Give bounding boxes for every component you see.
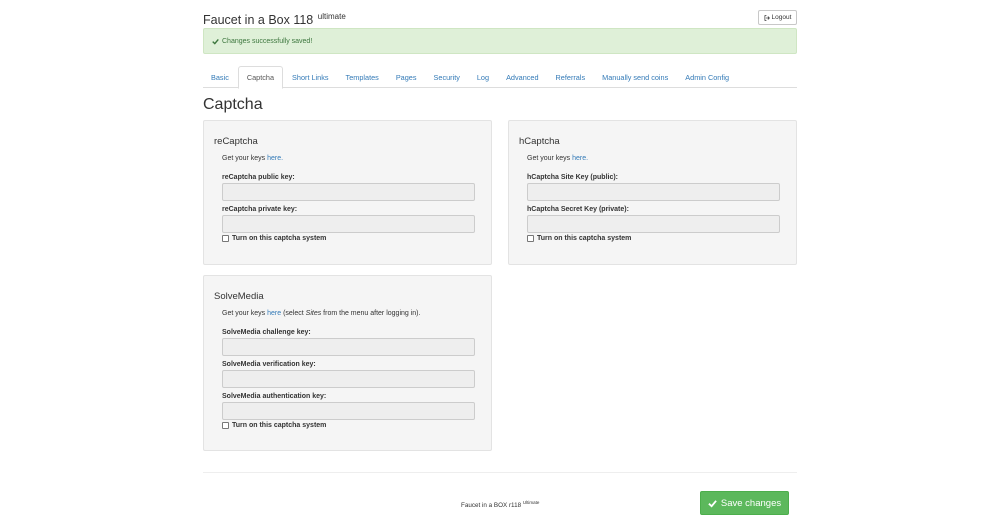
recaptcha-enable-label: Turn on this captcha system xyxy=(232,235,327,242)
app-title-text: Faucet in a Box 118 xyxy=(203,13,314,27)
tab-manually-send-coins[interactable]: Manually send coins xyxy=(594,66,676,88)
tab-basic[interactable]: Basic xyxy=(203,66,237,88)
recaptcha-enable-checkbox[interactable] xyxy=(222,235,229,242)
solvemedia-desc-sites: Sites xyxy=(305,310,322,317)
recaptcha-desc-text: Get your keys xyxy=(222,155,268,162)
solvemedia-verification-key-label: SolveMedia verification key: xyxy=(222,361,316,368)
check-icon xyxy=(212,38,219,45)
app-title: Faucet in a Box 118 ultimate xyxy=(203,12,346,27)
sign-out-icon xyxy=(764,14,770,21)
solvemedia-challenge-key-input[interactable] xyxy=(222,338,475,356)
solvemedia-authentication-key-input[interactable] xyxy=(222,402,475,420)
solvemedia-description: Get your keys here (select Sites from th… xyxy=(222,310,420,317)
hcaptcha-secret-key-input[interactable] xyxy=(527,215,780,233)
tab-security[interactable]: Security xyxy=(426,66,468,88)
header: Faucet in a Box 118 ultimate Logout xyxy=(203,10,797,30)
solvemedia-enable-row: Turn on this captcha system xyxy=(222,422,326,429)
hcaptcha-secret-key-label: hCaptcha Secret Key (private): xyxy=(527,206,629,213)
hcaptcha-title: hCaptcha xyxy=(519,136,560,147)
recaptcha-private-key-input[interactable] xyxy=(222,215,475,233)
tab-log[interactable]: Log xyxy=(469,66,497,88)
hcaptcha-site-key-input[interactable] xyxy=(527,183,780,201)
footer-version-text: Faucet in a BOX r118 xyxy=(461,502,522,509)
success-alert: Changes successfully saved! xyxy=(203,28,797,54)
recaptcha-keys-link[interactable]: here. xyxy=(267,155,283,162)
solvemedia-panel: SolveMedia Get your keys here (select Si… xyxy=(203,275,492,451)
app-title-edition: ultimate xyxy=(317,12,346,21)
hcaptcha-enable-label: Turn on this captcha system xyxy=(537,235,632,242)
main-container: Faucet in a Box 118 ultimate Logout Chan… xyxy=(203,0,797,523)
tab-templates[interactable]: Templates xyxy=(338,66,387,88)
tab-pages[interactable]: Pages xyxy=(388,66,425,88)
hcaptcha-description: Get your keys here. xyxy=(527,155,588,162)
settings-tabs: Basic Captcha Short Links Templates Page… xyxy=(203,66,797,89)
tab-referrals[interactable]: Referrals xyxy=(548,66,594,88)
logout-label: Logout xyxy=(771,14,792,21)
footer-edition: Ultimate xyxy=(522,500,540,505)
solvemedia-desc-suffix: from the menu after logging in). xyxy=(321,310,421,317)
recaptcha-private-key-label: reCaptcha private key: xyxy=(222,206,298,213)
recaptcha-public-key-input[interactable] xyxy=(222,183,475,201)
recaptcha-public-key-label: reCaptcha public key: xyxy=(222,174,295,181)
solvemedia-authentication-key-label: SolveMedia authentication key: xyxy=(222,393,327,400)
solvemedia-enable-label: Turn on this captcha system xyxy=(232,422,327,429)
logout-button[interactable]: Logout xyxy=(758,10,797,25)
tab-short-links[interactable]: Short Links xyxy=(284,66,337,88)
tab-advanced[interactable]: Advanced xyxy=(498,66,546,88)
tab-admin-config[interactable]: Admin Config xyxy=(677,66,737,88)
save-changes-button[interactable]: Save changes xyxy=(700,491,789,515)
solvemedia-verification-key-input[interactable] xyxy=(222,370,475,388)
solvemedia-enable-checkbox[interactable] xyxy=(222,422,229,429)
solvemedia-desc-mid: (select xyxy=(281,310,306,317)
recaptcha-description: Get your keys here. xyxy=(222,155,283,162)
hcaptcha-site-key-label: hCaptcha Site Key (public): xyxy=(527,174,619,181)
page-title: Captcha xyxy=(203,96,263,113)
recaptcha-panel: reCaptcha Get your keys here. reCaptcha … xyxy=(203,120,492,265)
save-changes-label: Save changes xyxy=(720,497,782,509)
solvemedia-challenge-key-label: SolveMedia challenge key: xyxy=(222,329,311,336)
alert-message: Changes successfully saved! xyxy=(222,37,313,45)
footer-version: Faucet in a BOX r118 Ultimate xyxy=(461,500,539,509)
check-icon xyxy=(708,499,717,508)
solvemedia-desc-text: Get your keys xyxy=(222,310,268,317)
hcaptcha-keys-link[interactable]: here. xyxy=(572,155,588,162)
tab-captcha[interactable]: Captcha xyxy=(237,66,284,89)
footer-divider xyxy=(203,472,797,473)
solvemedia-title: SolveMedia xyxy=(214,291,264,302)
hcaptcha-enable-checkbox[interactable] xyxy=(527,235,534,242)
hcaptcha-desc-text: Get your keys xyxy=(527,155,573,162)
hcaptcha-panel: hCaptcha Get your keys here. hCaptcha Si… xyxy=(508,120,797,265)
recaptcha-title: reCaptcha xyxy=(214,136,258,147)
recaptcha-enable-row: Turn on this captcha system xyxy=(222,235,326,242)
hcaptcha-enable-row: Turn on this captcha system xyxy=(527,235,631,242)
solvemedia-keys-link[interactable]: here xyxy=(267,310,281,317)
